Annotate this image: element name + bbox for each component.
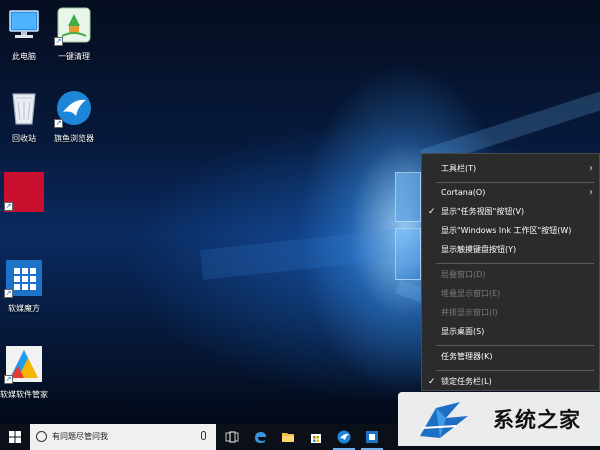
shortcut-arrow-icon: ↗ [54, 119, 63, 128]
menu-item-cascade-windows: 层叠窗口(D) [422, 267, 599, 283]
checkmark-icon: ✓ [428, 207, 436, 217]
cube-app-button[interactable] [358, 424, 386, 450]
desktop-icon-label: 软媒魔方 [8, 304, 40, 313]
taskbar-context-menu: 工具栏(T) › Cortana(O) › ✓ 显示"任务视图"按钮(V) 显示… [421, 153, 600, 391]
software-manager-icon: ↗ [4, 344, 44, 384]
desktop-icon-label: 旗鱼浏览器 [54, 134, 94, 143]
menu-item-task-manager[interactable]: 任务管理器(K) [422, 349, 599, 365]
menu-item-show-desktop[interactable]: 显示桌面(S) [422, 324, 599, 340]
windows-logo-pane [395, 228, 421, 280]
swordfish-browser-button[interactable] [330, 424, 358, 450]
shortcut-arrow-icon: ↗ [54, 37, 63, 46]
cortana-search-box[interactable]: 有问题尽管问我 [30, 424, 216, 450]
menu-item-label: 任务管理器(K) [441, 352, 493, 361]
task-view-icon [225, 431, 239, 443]
desktop-icon-red-tile[interactable]: ↗ [0, 172, 56, 217]
menu-item-label: 并排显示窗口(I) [441, 308, 498, 317]
chevron-right-icon: › [589, 163, 593, 174]
menu-item-label: 显示触摸键盘按钮(Y) [441, 245, 517, 254]
windows-start-icon [9, 431, 21, 443]
menu-item-label: 堆叠显示窗口(E) [441, 289, 501, 298]
cube-app-icon [366, 431, 378, 443]
menu-item-cortana[interactable]: Cortana(O) › [422, 185, 599, 201]
site-watermark: 系统之家 [398, 392, 600, 446]
windows-logo-pane [395, 172, 421, 222]
start-button[interactable] [0, 424, 30, 450]
menu-item-toolbars[interactable]: 工具栏(T) › [422, 161, 599, 177]
shortcut-arrow-icon: ↗ [4, 289, 13, 298]
desktop-icon-label: 一键清理 [58, 52, 90, 61]
edge-icon [255, 432, 266, 443]
menu-item-lock-taskbar[interactable]: ✓ 锁定任务栏(L) [422, 374, 599, 390]
menu-item-stack-windows: 堆叠显示窗口(E) [422, 286, 599, 302]
swordfish-browser-icon [337, 430, 351, 444]
browser-icon: ↗ [54, 88, 94, 128]
menu-item-label: 显示"Windows Ink 工作区"按钮(W) [441, 226, 572, 235]
shortcut-arrow-icon: ↗ [4, 202, 13, 211]
menu-item-label: 显示"任务视图"按钮(V) [441, 207, 525, 216]
recycle-bin-icon [4, 88, 44, 128]
menu-separator [436, 182, 594, 183]
menu-item-label: 显示桌面(S) [441, 327, 485, 336]
cube-icon: ↗ [4, 258, 44, 298]
menu-separator [436, 370, 594, 371]
menu-item-label: 工具栏(T) [441, 164, 477, 173]
chevron-right-icon: › [589, 187, 593, 198]
desktop-icon-cube[interactable]: ↗ 软媒魔方 [0, 258, 56, 314]
edge-button[interactable] [246, 424, 274, 450]
checkmark-icon: ✓ [428, 377, 436, 387]
menu-separator [436, 345, 594, 346]
desktop-icon-swordfish-browser[interactable]: ↗ 旗鱼浏览器 [42, 88, 106, 144]
shortcut-arrow-icon: ↗ [4, 375, 13, 384]
menu-item-side-by-side: 并排显示窗口(I) [422, 305, 599, 321]
menu-separator [436, 263, 594, 264]
menu-item-show-windows-ink[interactable]: 显示"Windows Ink 工作区"按钮(W) [422, 223, 599, 239]
menu-item-show-task-view[interactable]: ✓ 显示"任务视图"按钮(V) [422, 204, 599, 220]
store-button[interactable] [302, 424, 330, 450]
task-view-button[interactable] [218, 424, 246, 450]
menu-item-label: 层叠窗口(D) [441, 270, 486, 279]
menu-item-show-touch-keyboard[interactable]: 显示触摸键盘按钮(Y) [422, 242, 599, 258]
computer-icon [4, 6, 44, 46]
desktop-icon-label: 软媒软件管家 [0, 390, 48, 399]
desktop-icon-cleanup[interactable]: ↗ 一键清理 [42, 6, 106, 62]
menu-item-label: 锁定任务栏(L) [441, 377, 492, 386]
light-beam [200, 227, 422, 280]
cortana-circle-icon [36, 431, 47, 442]
watermark-text: 系统之家 [493, 408, 581, 432]
watermark-logo-icon [420, 402, 468, 438]
file-explorer-icon [282, 433, 294, 442]
search-placeholder: 有问题尽管问我 [52, 432, 108, 441]
desktop-icon-software-manager[interactable]: ↗ 软媒软件管家 [0, 344, 56, 400]
microphone-icon[interactable] [201, 431, 206, 440]
cleanup-icon: ↗ [54, 6, 94, 46]
file-explorer-button[interactable] [274, 424, 302, 450]
store-icon [311, 434, 321, 443]
menu-item-label: Cortana(O) [441, 188, 486, 197]
